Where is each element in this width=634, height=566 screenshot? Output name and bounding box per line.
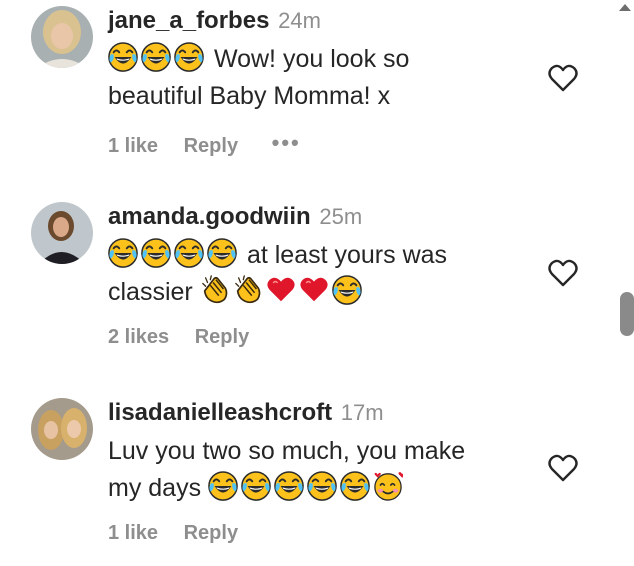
face-with-tears-of-joy-icon: [207, 238, 237, 268]
likes-count[interactable]: 2 likes: [108, 326, 169, 348]
likes-count[interactable]: 1 like: [108, 135, 158, 157]
face-with-tears-of-joy-icon: [108, 42, 138, 72]
avatar[interactable]: [31, 398, 93, 460]
smiling-face-with-hearts-icon: [373, 471, 403, 501]
reply-button[interactable]: Reply: [184, 135, 238, 157]
more-options-icon[interactable]: •••: [272, 130, 301, 156]
face-with-tears-of-joy-icon: [241, 471, 271, 501]
scroll-up-arrow-icon[interactable]: [619, 4, 631, 11]
red-heart-icon: [266, 275, 296, 305]
heart-outline-icon[interactable]: [547, 258, 579, 288]
comment-text: at least yours was classier: [108, 237, 447, 311]
comment-header: jane_a_forbes 24m: [108, 6, 321, 36]
reply-button[interactable]: Reply: [184, 522, 238, 544]
face-with-tears-of-joy-icon: [108, 238, 138, 268]
heart-outline-icon[interactable]: [547, 453, 579, 483]
face-with-tears-of-joy-icon: [332, 275, 362, 305]
username[interactable]: lisadanielleashcroft: [108, 399, 332, 426]
face-with-tears-of-joy-icon: [307, 471, 337, 501]
timestamp: 24m: [278, 8, 321, 33]
comment-text: Luv you two so much, you make my days: [108, 433, 465, 507]
timestamp: 25m: [319, 204, 363, 229]
comment-actions: 2 likes Reply: [108, 326, 249, 349]
scrollbar[interactable]: [614, 0, 634, 566]
reply-button[interactable]: Reply: [195, 326, 249, 348]
face-with-tears-of-joy-icon: [174, 42, 204, 72]
red-heart-icon: [299, 275, 329, 305]
comment-text-line: at least yours was: [246, 241, 448, 269]
comment-text-line: beautiful Baby Momma! x: [108, 82, 391, 110]
username[interactable]: amanda.goodwiin: [108, 203, 311, 230]
comment-header: amanda.goodwiin 25m: [108, 202, 362, 232]
avatar[interactable]: [31, 202, 93, 264]
clapping-hands-icon: [200, 275, 230, 305]
face-with-tears-of-joy-icon: [141, 238, 171, 268]
face-with-tears-of-joy-icon: [208, 471, 238, 501]
face-with-tears-of-joy-icon: [141, 42, 171, 72]
comment-text-line: classier: [108, 278, 193, 306]
clapping-hands-icon: [233, 275, 263, 305]
comment-actions: 1 like Reply: [108, 522, 238, 545]
comment-text-line: Wow! you look so: [213, 45, 410, 73]
likes-count[interactable]: 1 like: [108, 522, 158, 544]
username[interactable]: jane_a_forbes: [108, 7, 269, 34]
avatar[interactable]: [31, 6, 93, 68]
face-with-tears-of-joy-icon: [174, 238, 204, 268]
scrollbar-thumb[interactable]: [620, 292, 634, 336]
heart-outline-icon[interactable]: [547, 63, 579, 93]
comment-text-line: Luv you two so much, you make: [108, 437, 466, 465]
comment-actions: 1 like Reply •••: [108, 130, 301, 158]
comment-text-line: my days: [108, 474, 202, 502]
comment-header: lisadanielleashcroft 17m: [108, 398, 384, 428]
face-with-tears-of-joy-icon: [274, 471, 304, 501]
comment-text: Wow! you look so beautiful Baby Momma! x: [108, 41, 409, 115]
timestamp: 17m: [340, 400, 384, 425]
face-with-tears-of-joy-icon: [340, 471, 370, 501]
